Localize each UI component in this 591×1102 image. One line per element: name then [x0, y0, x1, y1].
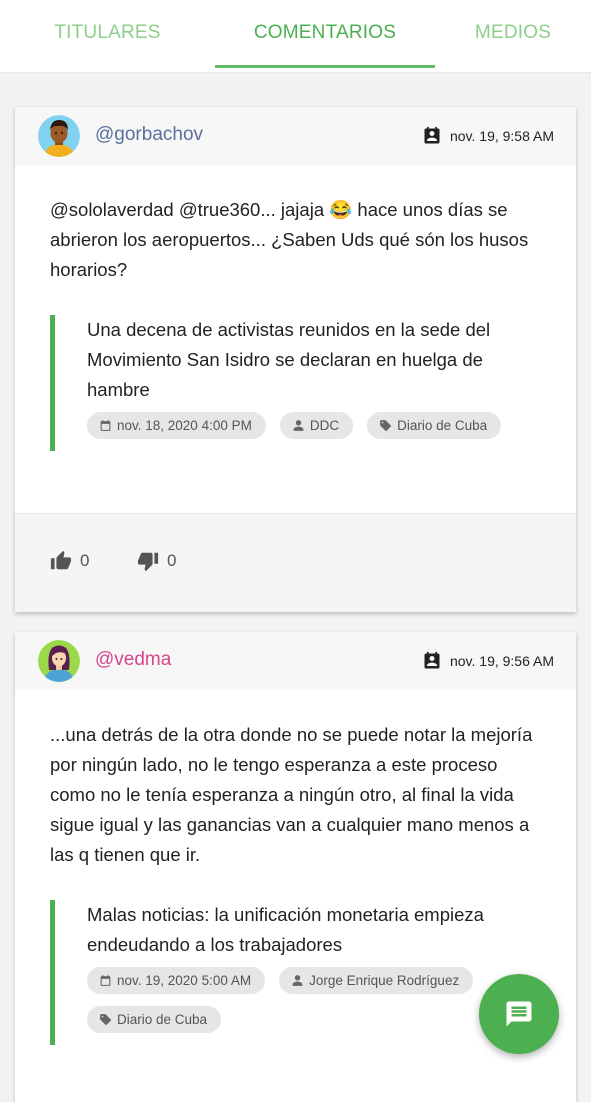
article-title[interactable]: Malas noticias: la unificación monetaria…: [87, 900, 541, 960]
date-text: nov. 19, 9:56 AM: [449, 653, 554, 669]
thumb-up-icon: [50, 550, 72, 570]
tab-titulares[interactable]: TITULARES: [0, 0, 215, 72]
article-author: DDC: [309, 418, 340, 433]
person-icon: [292, 975, 303, 986]
article-date-chip: nov. 18, 2020 4:00 PM: [87, 412, 266, 439]
article-source: Diario de Cuba: [397, 418, 488, 433]
comment-text: @sololaverdad @true360... jajaja 😂 hace …: [50, 199, 529, 280]
calendar-icon: [100, 420, 111, 431]
article-author-chip[interactable]: DDC: [279, 412, 354, 439]
article-date-chip: nov. 19, 2020 5:00 AM: [87, 967, 266, 994]
article-date: nov. 18, 2020 4:00 PM: [117, 418, 252, 433]
person-icon: [293, 420, 304, 431]
tab-comentarios[interactable]: COMENTARIOS: [215, 0, 435, 72]
dislike-button[interactable]: 0: [137, 550, 176, 572]
username[interactable]: @gorbachov: [95, 124, 203, 146]
article-author: Jorge Enrique Rodríguez: [309, 973, 460, 988]
avatar[interactable]: [38, 640, 80, 682]
tab-medios[interactable]: MEDIOS: [435, 0, 591, 72]
card-header: @gorbachov nov. 19, 9:58 AM: [15, 107, 576, 165]
article-source: Diario de Cuba: [117, 1012, 208, 1027]
calendar-icon: [100, 975, 111, 986]
avatar[interactable]: [38, 115, 80, 157]
post-date: nov. 19, 9:56 AM: [422, 651, 554, 671]
article-source-chip[interactable]: Diario de Cuba: [367, 412, 502, 439]
linked-article[interactable]: Una decena de activistas reunidos en la …: [50, 315, 541, 451]
comment-card: @gorbachov nov. 19, 9:58 AM @sololaverda…: [15, 107, 576, 612]
article-title[interactable]: Una decena de activistas reunidos en la …: [87, 315, 541, 405]
like-count: 0: [80, 551, 90, 570]
comment-text: ...una detrás de la otra donde no se pue…: [50, 724, 533, 865]
like-button[interactable]: 0: [50, 550, 89, 572]
thumb-down-icon: [137, 552, 159, 572]
card-header: @vedma nov. 19, 9:56 AM: [15, 632, 576, 690]
dislike-count: 0: [167, 551, 177, 570]
contact-calendar-icon: [424, 126, 440, 144]
comment-icon: [506, 1001, 532, 1027]
article-source-chip[interactable]: Diario de Cuba: [87, 1006, 222, 1033]
new-comment-fab[interactable]: [479, 974, 559, 1054]
article-date: nov. 19, 2020 5:00 AM: [117, 973, 252, 988]
date-text: nov. 19, 9:58 AM: [449, 128, 554, 144]
article-author-chip[interactable]: Jorge Enrique Rodríguez: [279, 967, 474, 994]
contact-calendar-icon: [424, 651, 440, 669]
username[interactable]: @vedma: [95, 649, 171, 671]
tag-icon: [380, 420, 391, 431]
card-footer: 0 0: [15, 513, 576, 612]
post-date: nov. 19, 9:58 AM: [422, 126, 554, 146]
linked-article[interactable]: Malas noticias: la unificación monetaria…: [50, 900, 541, 1045]
tag-icon: [100, 1014, 111, 1025]
tab-bar: TITULARES COMENTARIOS MEDIOS: [0, 0, 591, 72]
